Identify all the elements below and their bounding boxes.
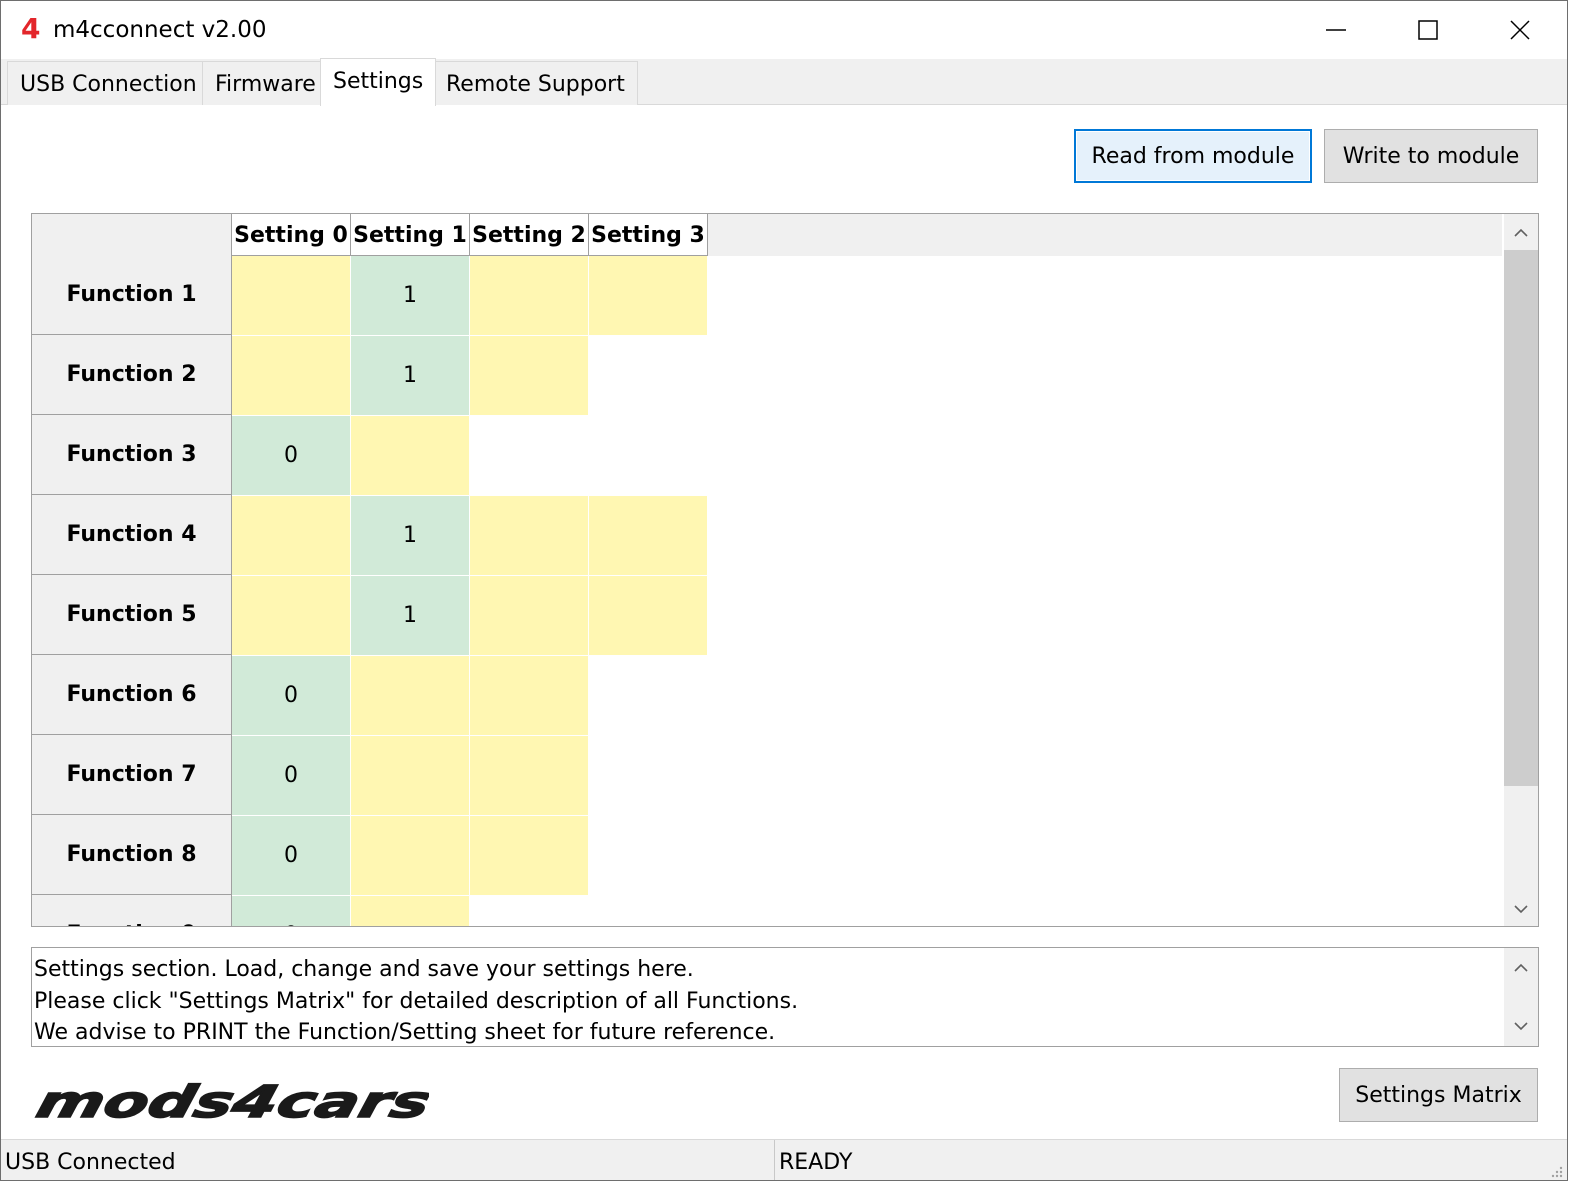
window-title: m4cconnect v2.00 bbox=[53, 17, 267, 43]
setting-cell[interactable] bbox=[232, 336, 351, 416]
info-line: We advise to PRINT the Function/Setting … bbox=[34, 1020, 776, 1045]
grid-scroll-down-button[interactable] bbox=[1504, 892, 1538, 926]
write-to-module-button[interactable]: Write to module bbox=[1324, 129, 1538, 183]
status-connection: USB Connected bbox=[5, 1150, 176, 1175]
status-bar: USB Connected READY bbox=[1, 1139, 1567, 1180]
close-icon bbox=[1510, 20, 1530, 40]
column-header-setting-1[interactable]: Setting 1 bbox=[351, 214, 470, 256]
tab-strip: USB Connection Firmware Settings Remote … bbox=[1, 58, 1567, 106]
grid-scroll-up-button[interactable] bbox=[1504, 216, 1538, 250]
column-header-setting-3[interactable]: Setting 3 bbox=[589, 214, 708, 256]
setting-cell[interactable] bbox=[470, 256, 589, 336]
app-window: 4 m4cconnect v2.00 USB Connection Firmwa… bbox=[0, 0, 1568, 1181]
info-line: Settings section. Load, change and save … bbox=[34, 957, 694, 982]
info-scroll-down-button[interactable] bbox=[1504, 1008, 1538, 1044]
setting-cell[interactable] bbox=[589, 576, 708, 656]
setting-cell[interactable] bbox=[470, 656, 589, 736]
setting-cell[interactable] bbox=[232, 496, 351, 576]
chevron-down-icon bbox=[1514, 1022, 1528, 1031]
setting-cell[interactable]: 0 bbox=[232, 656, 351, 736]
setting-cell[interactable] bbox=[470, 496, 589, 576]
read-from-module-button[interactable]: Read from module bbox=[1074, 129, 1312, 183]
row-header-function-4[interactable]: Function 4 bbox=[32, 495, 232, 575]
setting-cell[interactable]: 1 bbox=[351, 496, 470, 576]
minimize-icon bbox=[1326, 29, 1346, 31]
minimize-button[interactable] bbox=[1291, 5, 1381, 55]
app-logo-icon: 4 bbox=[21, 12, 41, 45]
info-vertical-scrollbar[interactable] bbox=[1504, 948, 1538, 1046]
grid-vertical-scrollbar[interactable] bbox=[1504, 214, 1538, 926]
maximize-icon bbox=[1418, 20, 1438, 40]
title-bar: 4 m4cconnect v2.00 bbox=[1, 1, 1567, 59]
info-text: Settings section. Load, change and save … bbox=[34, 954, 799, 1046]
status-separator bbox=[774, 1140, 775, 1180]
close-button[interactable] bbox=[1475, 5, 1565, 55]
status-state: READY bbox=[779, 1150, 853, 1175]
setting-cell[interactable] bbox=[232, 256, 351, 336]
logo-text: mods4cars bbox=[31, 1081, 429, 1125]
resize-grip-icon[interactable] bbox=[1547, 1162, 1563, 1178]
setting-cell[interactable]: 0 bbox=[232, 736, 351, 816]
setting-cell[interactable]: 0 bbox=[232, 416, 351, 496]
setting-cell[interactable]: 1 bbox=[351, 336, 470, 416]
setting-cell[interactable] bbox=[351, 816, 470, 896]
mods4cars-logo: mods4cars mods4cars bbox=[31, 1081, 429, 1125]
setting-cell[interactable] bbox=[351, 896, 470, 926]
setting-cell[interactable] bbox=[351, 416, 470, 496]
setting-cell[interactable] bbox=[232, 576, 351, 656]
row-header-function-6[interactable]: Function 6 bbox=[32, 655, 232, 735]
chevron-up-icon bbox=[1514, 963, 1528, 972]
tab-settings[interactable]: Settings bbox=[320, 58, 437, 106]
setting-cell[interactable]: 0 bbox=[232, 816, 351, 896]
setting-cell[interactable] bbox=[589, 496, 708, 576]
column-header-setting-0[interactable]: Setting 0 bbox=[232, 214, 351, 256]
setting-cell[interactable] bbox=[470, 336, 589, 416]
setting-cell[interactable] bbox=[589, 256, 708, 336]
grid-header-row: Setting 0 Setting 1 Setting 2 Setting 3 bbox=[32, 214, 1502, 256]
grid-scroll-thumb[interactable] bbox=[1504, 250, 1538, 786]
chevron-up-icon bbox=[1514, 228, 1528, 237]
settings-grid[interactable]: Setting 0 Setting 1 Setting 2 Setting 3 Fun… bbox=[31, 213, 1539, 927]
info-line: Please click "Settings Matrix" for detai… bbox=[34, 988, 799, 1014]
column-header-setting-2[interactable]: Setting 2 bbox=[470, 214, 589, 256]
setting-cell[interactable] bbox=[470, 736, 589, 816]
setting-cell[interactable]: 0 bbox=[232, 896, 351, 926]
row-header-function-1[interactable]: Function 1 bbox=[32, 255, 232, 335]
row-header-function-9[interactable]: Function 9 bbox=[32, 895, 232, 926]
chevron-down-icon bbox=[1514, 905, 1528, 914]
row-header-function-3[interactable]: Function 3 bbox=[32, 415, 232, 495]
setting-cell[interactable]: 1 bbox=[351, 256, 470, 336]
grid-corner-cell bbox=[32, 214, 232, 256]
settings-matrix-button[interactable]: Settings Matrix bbox=[1339, 1068, 1538, 1122]
tab-usb-connection[interactable]: USB Connection bbox=[7, 61, 210, 105]
row-header-function-2[interactable]: Function 2 bbox=[32, 335, 232, 415]
row-header-function-8[interactable]: Function 8 bbox=[32, 815, 232, 895]
setting-cell[interactable] bbox=[470, 576, 589, 656]
setting-cell[interactable] bbox=[351, 656, 470, 736]
row-header-function-5[interactable]: Function 5 bbox=[32, 575, 232, 655]
tab-remote-support[interactable]: Remote Support bbox=[433, 61, 638, 105]
setting-cell[interactable] bbox=[470, 816, 589, 896]
setting-cell[interactable]: 1 bbox=[351, 576, 470, 656]
maximize-button[interactable] bbox=[1383, 5, 1473, 55]
setting-cell[interactable] bbox=[351, 736, 470, 816]
info-scroll-up-button[interactable] bbox=[1504, 950, 1538, 986]
tab-firmware[interactable]: Firmware bbox=[202, 61, 329, 105]
info-textbox[interactable]: Settings section. Load, change and save … bbox=[31, 947, 1539, 1047]
row-header-function-7[interactable]: Function 7 bbox=[32, 735, 232, 815]
